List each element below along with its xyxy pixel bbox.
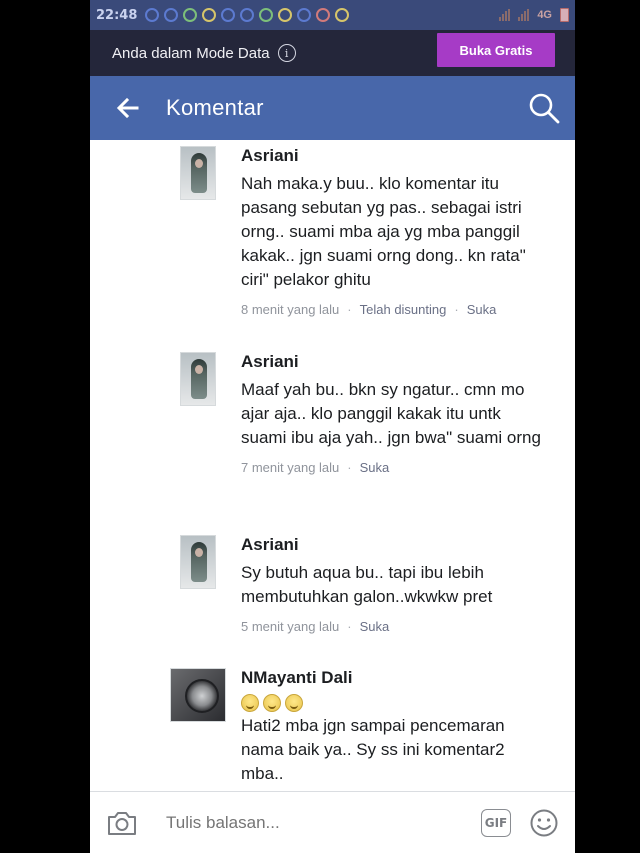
info-icon[interactable]: i <box>277 44 296 62</box>
search-icon[interactable] <box>527 91 561 125</box>
top-nav: Komentar <box>90 76 575 140</box>
edited-label[interactable]: Telah disunting <box>360 302 447 317</box>
reply-composer: GIF <box>90 791 575 853</box>
grin-emoji-icon <box>285 694 303 712</box>
notification-icon <box>259 8 274 22</box>
comment-author[interactable]: Asriani <box>241 352 545 372</box>
status-time: 22:48 <box>96 7 138 23</box>
comment-time: 8 menit yang lalu <box>241 302 340 317</box>
comment-meta: 7 menit yang lalu · Suka <box>241 460 545 475</box>
comment-meta: 8 menit yang lalu · Telah disunting · Su… <box>241 302 545 317</box>
comment-text: Sy butuh aqua bu.. tapi ibu lebih membut… <box>241 563 493 606</box>
reply-input[interactable] <box>166 812 481 833</box>
notification-icon <box>316 8 331 22</box>
emoji-row <box>241 694 545 712</box>
camera-icon[interactable] <box>106 809 138 837</box>
comment-time: 7 menit yang lalu <box>241 460 340 475</box>
battery-icon <box>560 8 569 22</box>
comment-body: NMayanti Dali Hati2 mba jgn sampai pence… <box>241 668 545 786</box>
notification-icon <box>164 8 179 22</box>
like-button[interactable]: Suka <box>467 302 497 317</box>
page-title: Komentar <box>166 95 264 120</box>
notification-icon <box>335 8 350 22</box>
data-mode-text: Anda dalam Mode Data <box>112 44 270 62</box>
notification-icon <box>278 8 293 22</box>
comment-text: Maaf yah bu.. bkn sy ngatur.. cmn mo aja… <box>241 380 541 447</box>
comment-meta: 5 menit yang lalu · Suka <box>241 619 545 634</box>
grin-emoji-icon <box>241 694 259 712</box>
separator-dot: · <box>347 460 352 475</box>
status-right: 4G <box>499 8 569 22</box>
separator-dot: · <box>347 302 352 317</box>
signal-icon <box>499 9 511 21</box>
notification-icon <box>240 8 255 22</box>
comment-author[interactable]: Asriani <box>241 146 545 166</box>
data-mode-message: Anda dalam Mode Data i <box>112 44 296 62</box>
like-button[interactable]: Suka <box>360 460 390 475</box>
comment-text: Nah maka.y buu.. klo komentar itu pasang… <box>241 174 526 289</box>
smiley-icon[interactable] <box>529 808 559 838</box>
separator-dot: · <box>347 619 352 634</box>
comment-time: 5 menit yang lalu <box>241 619 340 634</box>
comment-body: Asriani Maaf yah bu.. bkn sy ngatur.. cm… <box>241 352 545 475</box>
notification-icon <box>297 8 312 22</box>
notification-icons <box>145 8 499 22</box>
status-bar: 22:48 4G <box>90 0 575 30</box>
avatar[interactable] <box>180 352 216 406</box>
grin-emoji-icon <box>263 694 281 712</box>
network-type: 4G <box>537 9 552 21</box>
like-button[interactable]: Suka <box>360 619 390 634</box>
signal-icon <box>518 9 530 21</box>
notification-icon <box>145 8 160 22</box>
avatar[interactable] <box>180 146 216 200</box>
notification-icon <box>183 8 198 22</box>
notification-icon <box>221 8 236 22</box>
open-free-button[interactable]: Buka Gratis <box>437 33 555 67</box>
notification-icon <box>202 8 217 22</box>
comment-body: Asriani Nah maka.y buu.. klo komentar it… <box>241 146 545 317</box>
separator-dot: · <box>454 302 459 317</box>
gif-button[interactable]: GIF <box>481 808 511 837</box>
data-mode-banner: Anda dalam Mode Data i Buka Gratis <box>90 30 575 76</box>
comment-text: Hati2 mba jgn sampai pencemaran nama bai… <box>241 716 505 783</box>
comment-author[interactable]: Asriani <box>241 535 545 555</box>
avatar[interactable] <box>170 668 226 722</box>
phone-screen: 22:48 4G Anda dalam Mode Data i Buka Gra… <box>90 0 575 853</box>
comment-list[interactable]: Asriani Nah maka.y buu.. klo komentar it… <box>90 140 575 791</box>
arrow-left-icon[interactable] <box>116 96 140 120</box>
comment-author[interactable]: NMayanti Dali <box>241 668 545 688</box>
avatar[interactable] <box>180 535 216 589</box>
comment-body: Asriani Sy butuh aqua bu.. tapi ibu lebi… <box>241 535 545 634</box>
